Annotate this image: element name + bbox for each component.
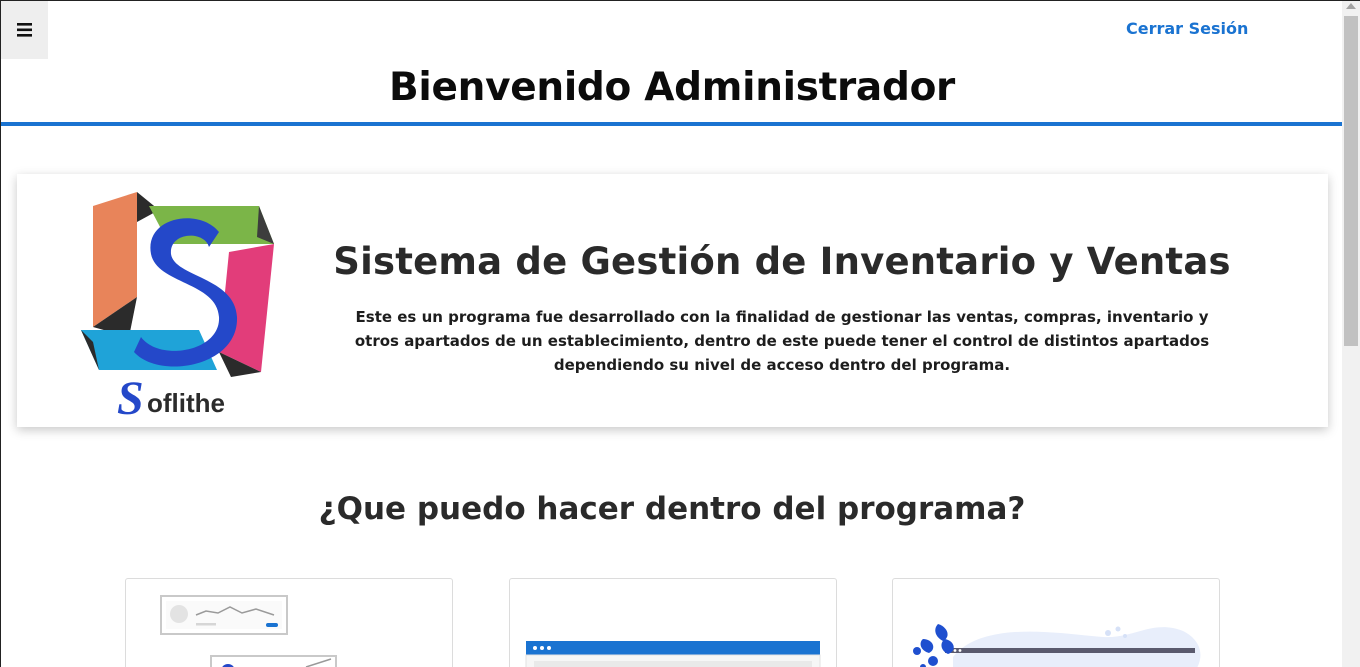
hamburger-icon [16, 23, 32, 37]
logo-wordmark: oflithe [147, 388, 225, 417]
page-title: Bienvenido Administrador [389, 65, 955, 110]
menu-toggle-button[interactable] [1, 1, 48, 59]
scroll-up-arrow-icon[interactable] [1346, 3, 1356, 9]
app-frame: Cerrar Sesión Bienvenido Administrador S… [0, 0, 1360, 667]
hero-heading: Sistema de Gestión de Inventario y Venta… [333, 240, 1231, 283]
soflithe-logo: S oflithe [81, 192, 274, 417]
title-divider [1, 122, 1343, 126]
dashboard-chart-illustration [160, 595, 337, 667]
scrollbar-thumb[interactable] [1344, 16, 1358, 346]
data-splash-illustration [913, 624, 1201, 667]
hero-description: Este es un programa fue desarrollado con… [354, 308, 1210, 374]
hero-card: S oflithe Sistema de Gestión de Inventar… [17, 174, 1328, 427]
browser-window-illustration [525, 641, 821, 667]
feature-card-2[interactable] [509, 578, 837, 667]
feature-card-3[interactable] [892, 578, 1220, 667]
feature-card-1[interactable] [125, 578, 453, 667]
features-heading: ¿Que puedo hacer dentro del programa? [318, 491, 1026, 527]
svg-text:S: S [117, 372, 144, 417]
logout-link[interactable]: Cerrar Sesión [1126, 19, 1248, 38]
